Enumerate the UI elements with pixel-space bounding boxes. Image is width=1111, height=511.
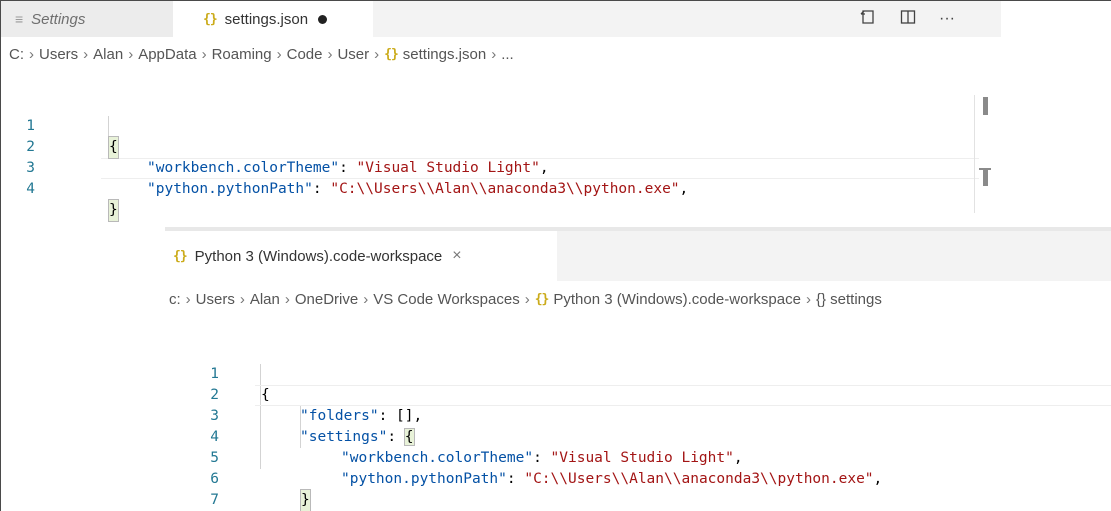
code-line: 2 "folders": [], [165,364,422,424]
breadcrumb-item-users[interactable]: Users [39,46,78,63]
overview-ruler-mark [983,97,988,115]
chevron-right-icon: › [185,291,191,308]
editor-settings-json: ≡ Settings {} settings.json ··· C: › Use… [1,1,1001,222]
editor-tab-bar: ≡ Settings {} settings.json ··· [1,1,1001,37]
code-area[interactable]: 1 { 2 "folders": [], 3 "settings": { 4 "… [165,343,1111,511]
chevron-right-icon: › [374,46,380,63]
breadcrumb: c: › Users › Alan › OneDrive › VS Code W… [169,291,882,308]
code-line: 4 } [1,158,119,222]
breadcrumb-item-users[interactable]: Users [196,291,235,308]
tab-settings[interactable]: ≡ Settings [1,1,173,37]
chevron-right-icon: › [276,46,282,63]
chevron-right-icon: › [284,291,290,308]
breadcrumb-item-alan[interactable]: Alan [250,291,280,308]
chevron-right-icon: › [83,46,89,63]
breadcrumb-item-code[interactable]: Code [287,46,323,63]
json-braces-icon: {} [173,248,188,264]
breadcrumb: C: › Users › Alan › AppData › Roaming › … [9,46,514,63]
breadcrumb-item-alan[interactable]: Alan [93,46,123,63]
settings-icon: ≡ [15,11,24,27]
code-line: 7 } [165,469,219,508]
close-icon[interactable]: × [452,247,461,265]
json-value: "C:\\Users\\Alan\\anaconda3\\python.exe" [524,471,874,487]
breadcrumb-item-symbols[interactable]: ... [501,46,514,63]
json-braces-icon: {} [203,11,218,27]
code-line: 1 { [1,95,119,159]
code-text: "settings": { [300,428,415,446]
current-line-highlight [255,385,1111,406]
code-text: "workbench.colorTheme": "Visual Studio L… [341,450,743,466]
code-text: { [108,136,119,159]
tab-code-workspace[interactable]: {} Python 3 (Windows).code-workspace × [165,231,557,281]
code-line: 3 "settings": { [165,385,415,446]
chevron-right-icon: › [201,46,207,63]
json-key: "python.pythonPath" [147,181,313,197]
code-line: 1 { [165,343,269,403]
json-trailing-comma: , [873,471,883,487]
breadcrumb-item-settings-json[interactable]: settings.json [403,46,486,63]
line-number: 4 [26,181,35,197]
json-key: "folders" [300,408,379,424]
vertical-scrollbar[interactable] [974,95,975,213]
code-line: 4 "workbench.colorTheme": "Visual Studio… [165,406,742,466]
chevron-right-icon: › [363,291,369,308]
tab-settings-json[interactable]: {} settings.json [173,1,373,37]
code-area[interactable]: 1 { 2 "workbench.colorTheme": "Visual St… [1,95,1001,222]
json-trailing-comma: , [413,408,423,424]
code-line: 2 "workbench.colorTheme": "Visual Studio… [1,116,548,176]
editor-code-workspace: {} Python 3 (Windows).code-workspace × c… [165,227,1111,511]
breadcrumb-item-appdata[interactable]: AppData [138,46,196,63]
code-text: } [108,199,119,222]
breadcrumb-item-onedrive[interactable]: OneDrive [295,291,358,308]
chevron-right-icon: › [327,46,333,63]
json-key: "settings" [300,429,388,445]
line-number: 7 [210,492,219,508]
code-line: 5 "python.pythonPath": "C:\\Users\\Alan\… [165,427,882,487]
breadcrumb-item-vs-code-workspaces[interactable]: VS Code Workspaces [373,291,519,308]
unsaved-changes-dot-icon[interactable] [318,14,328,24]
indent-guide [260,364,261,469]
breadcrumb-item-drive[interactable]: C: [9,46,24,63]
tab-label: Settings [31,10,86,28]
code-text: "python.pythonPath": "C:\\Users\\Alan\\a… [341,471,883,487]
json-trailing-comma: , [679,181,689,197]
json-value: "Visual Studio Light" [356,160,540,176]
json-value: [] [396,408,414,424]
overview-ruler-mark [983,170,988,186]
chevron-right-icon: › [524,291,530,308]
breadcrumb-item-drive[interactable]: c: [169,291,181,308]
chevron-right-icon: › [491,46,497,63]
code-text: } [300,489,311,511]
editor-toolbar: ··· [859,1,977,37]
json-value: { [403,428,415,446]
code-text: { [261,387,270,403]
more-actions-icon[interactable]: ··· [939,10,955,28]
json-key: "workbench.colorTheme" [147,160,340,176]
chevron-right-icon: › [805,291,811,308]
breadcrumb-item-settings-symbol[interactable]: {} settings [816,291,882,308]
json-value: "Visual Studio Light" [550,450,734,466]
breadcrumb-item-user[interactable]: User [337,46,369,63]
tab-label: settings.json [224,10,309,28]
json-trailing-comma: , [539,160,549,176]
code-text: "workbench.colorTheme": "Visual Studio L… [147,160,549,176]
json-key: "workbench.colorTheme" [341,450,534,466]
json-braces-icon: {} [534,292,550,307]
chevron-right-icon: › [239,291,245,308]
code-text: "folders": [], [300,408,423,424]
code-line: 6 } [165,448,311,511]
tab-label: Python 3 (Windows).code-workspace [194,247,443,265]
code-line: 3 "python.pythonPath": "C:\\Users\\Alan\… [1,137,688,197]
json-value: "C:\\Users\\Alan\\anaconda3\\python.exe" [330,181,680,197]
breadcrumb-item-workspace-file[interactable]: Python 3 (Windows).code-workspace [553,291,801,308]
json-key: "python.pythonPath" [341,471,507,487]
code-text: "python.pythonPath": "C:\\Users\\Alan\\a… [147,181,689,197]
json-braces-icon: {} [384,47,399,62]
chevron-right-icon: › [128,46,134,63]
breadcrumb-item-roaming[interactable]: Roaming [212,46,272,63]
json-trailing-comma: , [733,450,743,466]
split-editor-icon[interactable] [899,8,917,31]
open-settings-json-icon[interactable] [859,8,877,31]
chevron-right-icon: › [29,46,34,63]
